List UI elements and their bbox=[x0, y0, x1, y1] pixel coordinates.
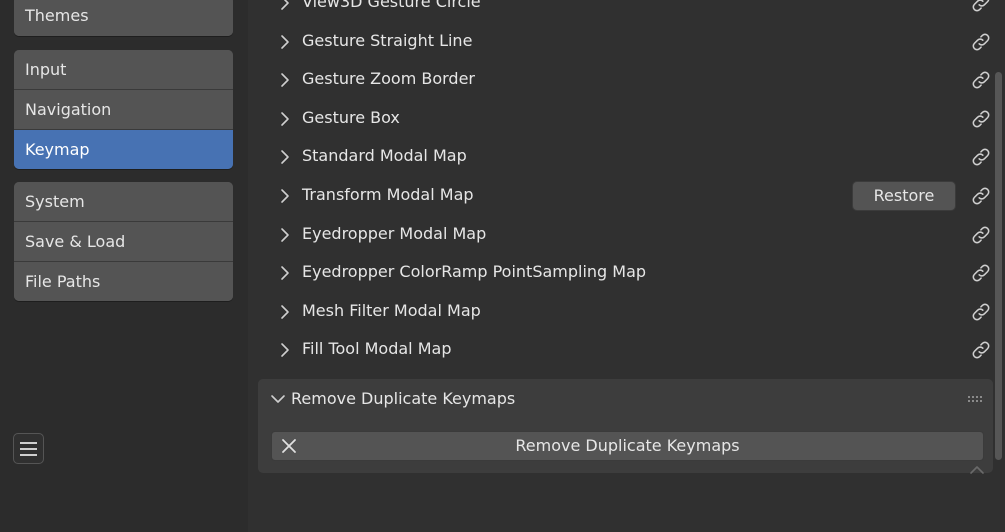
remove-duplicate-keymaps-button[interactable]: Remove Duplicate Keymaps bbox=[271, 431, 984, 461]
keymap-label: Fill Tool Modal Map bbox=[302, 339, 452, 359]
sidebar-item-file-paths[interactable]: File Paths bbox=[14, 262, 233, 301]
sidebar-group-input: Input Navigation Keymap bbox=[14, 50, 233, 169]
chevron-right-icon[interactable] bbox=[278, 34, 292, 50]
keymap-list: View3D Gesture Circle Gesture Straight Li… bbox=[258, 0, 1005, 532]
chevron-right-icon[interactable] bbox=[278, 265, 292, 281]
link-icon[interactable] bbox=[970, 0, 992, 14]
sidebar-group-interface: Themes bbox=[14, 0, 233, 36]
keymap-row[interactable]: View3D Gesture Circle bbox=[258, 0, 993, 22]
chevron-up-icon[interactable] bbox=[969, 465, 985, 475]
link-icon[interactable] bbox=[970, 185, 992, 207]
link-icon[interactable] bbox=[970, 262, 992, 284]
chevron-down-icon bbox=[271, 395, 285, 403]
keymap-row[interactable]: Eyedropper ColorRamp PointSampling Map bbox=[258, 254, 993, 292]
drag-grip-icon[interactable] bbox=[968, 396, 982, 402]
sidebar-item-navigation[interactable]: Navigation bbox=[14, 90, 233, 130]
chevron-right-icon[interactable] bbox=[278, 72, 292, 88]
keymap-row[interactable]: Transform Modal Map Restore bbox=[258, 177, 993, 215]
sidebar-group-system: System Save & Load File Paths bbox=[14, 182, 233, 301]
chevron-right-icon[interactable] bbox=[278, 0, 292, 11]
panel-title: Remove Duplicate Keymaps bbox=[291, 389, 516, 408]
link-icon[interactable] bbox=[970, 339, 992, 361]
keymap-row[interactable]: Gesture Zoom Border bbox=[258, 61, 993, 99]
keymap-row[interactable]: Standard Modal Map bbox=[258, 138, 993, 176]
link-icon[interactable] bbox=[970, 31, 992, 53]
link-icon[interactable] bbox=[970, 146, 992, 168]
keymap-row[interactable]: Gesture Straight Line bbox=[258, 23, 993, 61]
sidebar-item-save-load[interactable]: Save & Load bbox=[14, 222, 233, 262]
keymap-row[interactable]: Mesh Filter Modal Map bbox=[258, 293, 993, 331]
keymap-row[interactable]: Eyedropper Modal Map bbox=[258, 216, 993, 254]
keymap-label: Eyedropper Modal Map bbox=[302, 223, 487, 243]
chevron-right-icon[interactable] bbox=[278, 149, 292, 165]
chevron-right-icon[interactable] bbox=[278, 304, 292, 320]
chevron-right-icon[interactable] bbox=[278, 111, 292, 127]
keymap-label: Gesture Straight Line bbox=[302, 30, 473, 50]
sidebar-item-input[interactable]: Input bbox=[14, 50, 233, 90]
preferences-sidebar: Themes Input Navigation Keymap System Sa… bbox=[0, 0, 248, 532]
chevron-right-icon[interactable] bbox=[278, 342, 292, 358]
sidebar-item-themes[interactable]: Themes bbox=[14, 0, 233, 36]
restore-button[interactable]: Restore bbox=[852, 181, 956, 211]
link-icon[interactable] bbox=[970, 301, 992, 323]
keymap-label: Gesture Zoom Border bbox=[302, 69, 475, 89]
keymap-row[interactable]: Fill Tool Modal Map bbox=[258, 331, 993, 369]
sidebar-item-system[interactable]: System bbox=[14, 182, 233, 222]
keymap-label: Mesh Filter Modal Map bbox=[302, 300, 481, 320]
link-icon[interactable] bbox=[970, 108, 992, 130]
keymap-label: Eyedropper ColorRamp PointSampling Map bbox=[302, 262, 647, 282]
chevron-right-icon[interactable] bbox=[278, 188, 292, 204]
link-icon[interactable] bbox=[970, 69, 992, 91]
keymap-label: Standard Modal Map bbox=[302, 146, 467, 166]
remove-duplicate-keymaps-label: Remove Duplicate Keymaps bbox=[515, 436, 740, 455]
scrollbar-thumb[interactable] bbox=[995, 72, 1002, 460]
link-icon[interactable] bbox=[970, 224, 992, 246]
keymap-label: Transform Modal Map bbox=[302, 185, 474, 204]
chevron-right-icon[interactable] bbox=[278, 227, 292, 243]
keymap-row[interactable]: Gesture Box bbox=[258, 100, 993, 138]
panel-header[interactable]: Remove Duplicate Keymaps bbox=[258, 379, 993, 419]
hamburger-icon[interactable] bbox=[13, 433, 44, 464]
keymap-label: View3D Gesture Circle bbox=[302, 0, 481, 11]
remove-duplicate-keymaps-panel: Remove Duplicate Keymaps Remove Duplicat… bbox=[258, 379, 993, 473]
keymap-label: Gesture Box bbox=[302, 107, 400, 127]
sidebar-item-keymap[interactable]: Keymap bbox=[14, 130, 233, 169]
